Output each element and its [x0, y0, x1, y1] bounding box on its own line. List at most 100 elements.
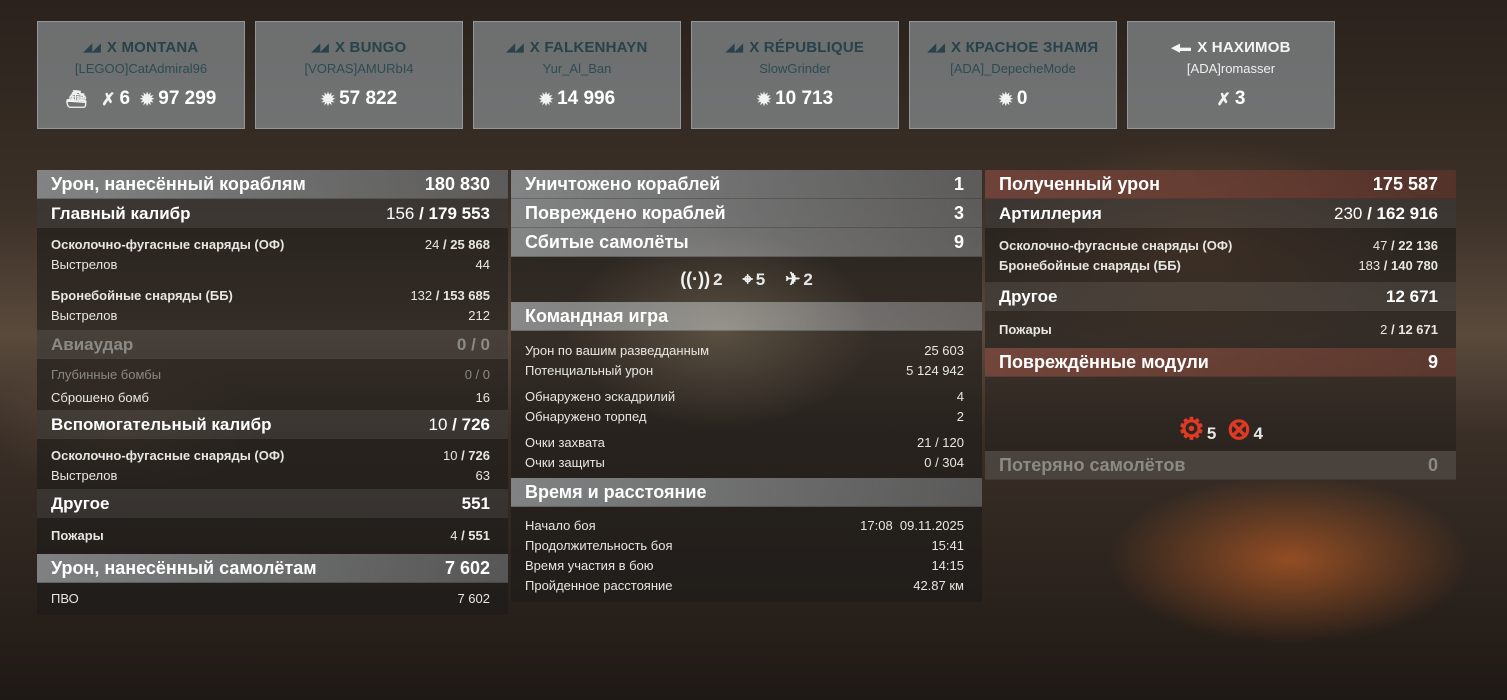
planes-lost-value: 0: [1427, 454, 1438, 475]
potential-damage-row: Потенциальный урон 5 124 942: [511, 360, 982, 380]
battle-start-row: Начало боя 17:08 09.11.2025: [511, 515, 982, 535]
crosshair-value: 5: [755, 270, 766, 289]
secondary-damage: 726: [461, 414, 490, 434]
bombs-dropped-row: Сброшено бомб 16: [37, 387, 508, 407]
ap-label: Бронебойные снаряды (ББ): [51, 287, 233, 303]
received-damage-label: Полученный урон: [999, 173, 1160, 194]
ship-title: RÉPUBLIQUE: [763, 39, 865, 56]
airstrike-label: Авиаудар: [51, 334, 134, 354]
steering-damage-value: 4: [1253, 424, 1263, 443]
distance-row: Пройденное расстояние 42.87 км: [511, 575, 982, 595]
artillery-row: Артиллерия 230 / 162 916: [985, 199, 1456, 228]
damage-icon: ✹: [538, 90, 554, 109]
main-battery-hits: 156: [386, 203, 415, 223]
artillery-hits: 230: [1334, 203, 1363, 223]
player-card-5[interactable]: ◢◢ X КРАСНОЕ ЗНАМЯ [ADA]_DepecheMode ✹ 0: [909, 21, 1117, 129]
fighter-icon: ✈: [785, 269, 801, 289]
bombs-dropped-label: Сброшено бомб: [51, 389, 149, 405]
potential-damage-label: Потенциальный урон: [525, 362, 654, 378]
player-card-6[interactable]: ◀▬ X НАХИМОВ [ADA]romasser ✗ 3: [1127, 21, 1335, 129]
battleship-icon: ◢◢: [311, 42, 329, 54]
participation-time-value: 14:15: [931, 557, 964, 573]
ship-damage-panel: Урон, нанесённый кораблям 180 830 Главный…: [37, 170, 508, 615]
secondary-shots-label: Выстрелов: [51, 467, 118, 483]
spotting-damage-label: Урон по вашим разведданным: [525, 342, 710, 358]
aircraft-damage-label: Урон, нанесённый самолётам: [51, 557, 317, 578]
recv-he-damage: 22 136: [1398, 237, 1438, 253]
stat: ⛴: [66, 88, 92, 110]
planes-shot-value: 9: [953, 231, 964, 252]
ship-name: ◢◢ X BUNGO: [256, 39, 462, 56]
secondary-he-damage: 726: [468, 447, 490, 463]
spotting-damage-row: Урон по вашим разведданным 25 603: [511, 340, 982, 360]
stat: ✗ 3: [1217, 88, 1246, 110]
damaged-modules-header: Повреждённые модули 9: [985, 348, 1456, 377]
secondary-he-row: Осколочно-фугасные снаряды (ОФ) 10 / 726: [51, 447, 490, 463]
damage-icon: ✹: [320, 90, 336, 109]
ship-tier: X: [529, 39, 541, 56]
fires-count: 4: [450, 527, 458, 543]
capture-points-row: Очки захвата 21 / 120: [511, 432, 982, 452]
stat-value: 0: [1016, 88, 1028, 109]
sunk-ship-icon: ⛴: [65, 90, 88, 109]
main-battery-row: Главный калибр 156 / 179 553: [37, 199, 508, 228]
plane-shotdown-icon: ✗: [101, 90, 116, 109]
airstrike-row: Авиаудар 0 / 0: [37, 330, 508, 359]
airstrike-value: 0 / 0: [456, 334, 490, 354]
stat: ✹ 97 299: [140, 88, 216, 110]
player-card-2[interactable]: ◢◢ X BUNGO [VORAS]AMURbI4 ✹ 57 822: [255, 21, 463, 129]
cruiser-icon: ◀▬: [1171, 42, 1192, 54]
destroyed-ships-label: Уничтожено кораблей: [525, 173, 721, 194]
ship-tier: X: [749, 39, 760, 56]
crosshair-stat: ⌖ 5: [743, 269, 766, 290]
defense-points-row: Очки защиты 0 / 304: [511, 452, 982, 472]
module-icons-row: ⚙ 5 ⊗ 4: [985, 377, 1456, 451]
player-stats: ⛴ ✗ 6 ✹ 97 299: [38, 88, 244, 110]
player-card-1[interactable]: ◢◢ X MONTANA [LEGOO]CatAdmiral96 ⛴ ✗ 6 ✹ 97 299: [37, 21, 245, 129]
destroyed-ships-value: 1: [953, 173, 964, 194]
ship-damage-header: Урон, нанесённый кораблям 180 830: [37, 170, 508, 199]
destroyed-ships-row: Уничтожено кораблей 1: [511, 170, 982, 199]
time-distance-label: Время и расстояние: [525, 481, 707, 502]
steering-damage-icon: ⊗: [1226, 413, 1252, 446]
distance-value: 42.87 км: [913, 577, 964, 593]
fighter-value: 2: [803, 270, 813, 289]
player-stats: ✹ 57 822: [256, 88, 462, 110]
he-shots-row: Выстрелов 44: [37, 254, 508, 274]
capture-points-value: 21 / 120: [917, 434, 964, 450]
squadrons-spotted-value: 4: [956, 388, 964, 404]
player-name: SlowGrinder: [759, 61, 831, 76]
fires-damage: 551: [468, 527, 490, 543]
secondary-hits: 10: [428, 414, 448, 434]
player-card-4[interactable]: ◢◢ X RÉPUBLIQUE SlowGrinder ✹ 10 713: [691, 21, 899, 129]
ship-tier: X: [106, 39, 118, 56]
player-card-3[interactable]: ◢◢ X FALKENHAYN Yur_Al_Ban ✹ 14 996: [473, 21, 681, 129]
artillery-damage: 162 916: [1376, 203, 1438, 223]
ship-name: ◢◢ X MONTANA: [38, 39, 244, 56]
stat: ✹ 14 996: [539, 88, 615, 110]
battleship-icon: ◢◢: [927, 42, 945, 54]
recv-other-label: Другое: [999, 286, 1058, 306]
ap-hits: 132: [410, 287, 433, 303]
received-damage-value: 175 587: [1372, 173, 1438, 194]
depth-charges-row: Глубинные бомбы 0 / 0: [37, 364, 508, 384]
battle-duration-row: Продолжительность боя 15:41: [511, 535, 982, 555]
participation-time-row: Время участия в бою 14:15: [511, 555, 982, 575]
ship-title: BUNGO: [349, 39, 407, 56]
aa-label: ПВО: [51, 590, 79, 606]
player-name: [VORAS]AMURbI4: [304, 61, 414, 76]
player-stats: ✹ 0: [910, 88, 1116, 110]
damaged-ships-label: Повреждено кораблей: [525, 202, 726, 223]
spotting-damage-value: 25 603: [924, 342, 964, 358]
player-name: Yur_Al_Ban: [542, 61, 612, 76]
ship-name: ◀▬ X НАХИМОВ: [1128, 39, 1334, 56]
defense-points-label: Очки защиты: [525, 454, 605, 470]
recv-fires-damage: 12 671: [1398, 321, 1438, 337]
player-name: [LEGOO]CatAdmiral96: [74, 61, 208, 76]
stat-value: 97 299: [158, 88, 217, 109]
time-distance-header: Время и расстояние: [511, 478, 982, 507]
battle-duration-label: Продолжительность боя: [525, 537, 673, 553]
crosshair-icon: ⌖: [742, 269, 753, 289]
radar-icon: ((·)): [680, 269, 711, 289]
planes-lost-row: Потеряно самолётов 0: [985, 451, 1456, 480]
